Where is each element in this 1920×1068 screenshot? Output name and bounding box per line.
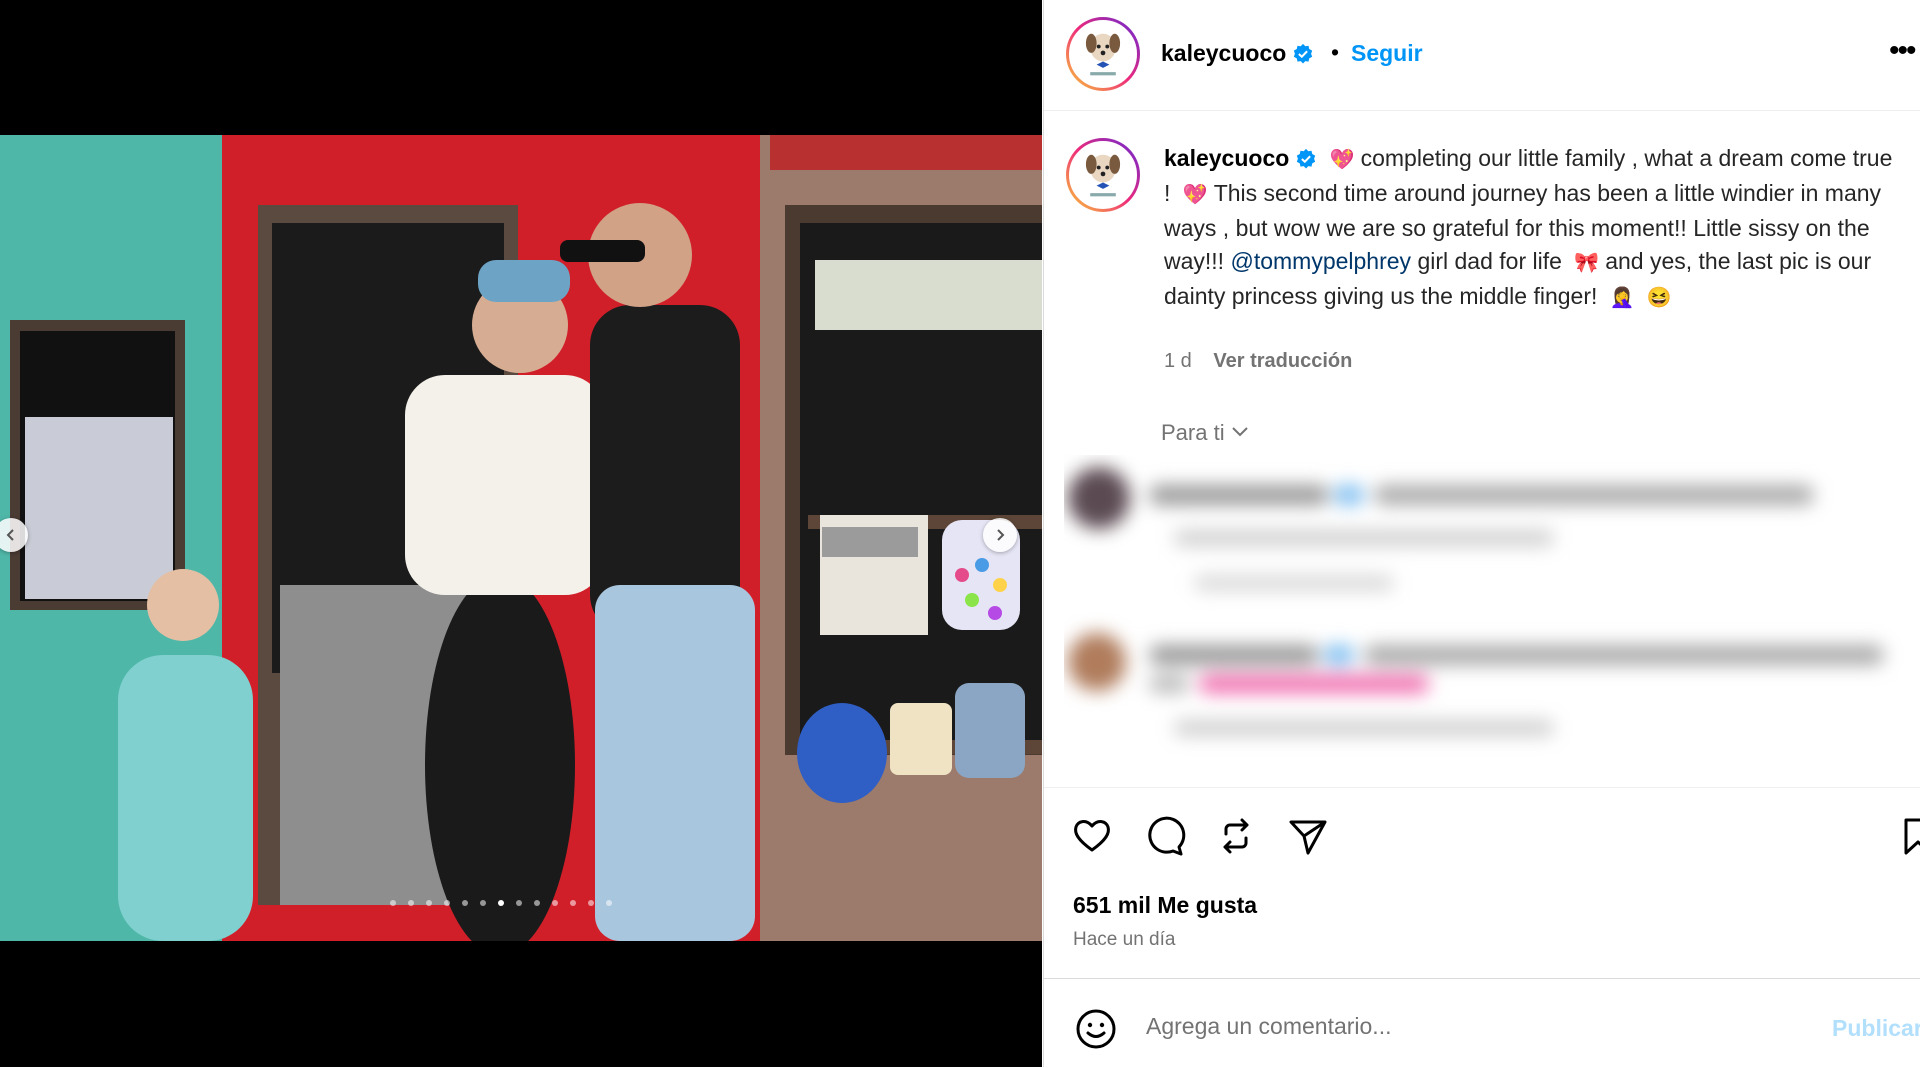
laughing-emoji: 😆 — [1646, 287, 1672, 309]
post-photo[interactable] — [0, 135, 1042, 941]
heart-emoji: 💖 — [1329, 149, 1355, 171]
chevron-down-icon — [1231, 427, 1248, 437]
carousel-indicator — [390, 900, 612, 906]
carousel-dot — [588, 900, 594, 906]
comment-icon — [1148, 816, 1186, 856]
share-button[interactable] — [1286, 814, 1330, 858]
comment-input[interactable] — [1144, 1003, 1748, 1049]
more-options-button[interactable]: ••• — [1889, 36, 1916, 66]
chevron-left-icon — [6, 529, 14, 541]
repost-button[interactable] — [1214, 814, 1258, 858]
next-photo-button[interactable] — [983, 518, 1017, 552]
post-author-username[interactable]: kaleycuoco — [1161, 40, 1314, 67]
comments-list — [1064, 455, 1920, 785]
carousel-dot — [498, 900, 504, 906]
verified-badge-icon — [1294, 43, 1313, 64]
post-media — [0, 0, 1042, 1067]
caption-username[interactable]: kaleycuoco — [1164, 145, 1317, 171]
post-actions-section: 651 mil Me gusta Hace un día — [1044, 787, 1920, 950]
publish-comment-button[interactable]: Publicar — [1832, 1015, 1920, 1042]
chevron-right-icon — [997, 529, 1005, 541]
comment-button[interactable] — [1142, 814, 1186, 858]
list-item — [1064, 625, 1920, 775]
bookmark-icon — [1904, 818, 1920, 855]
carousel-dot — [516, 900, 522, 906]
dog-logo-icon — [1071, 22, 1135, 86]
carousel-dot — [606, 900, 612, 906]
carousel-dot — [480, 900, 486, 906]
translate-link[interactable]: Ver traducción — [1213, 350, 1352, 372]
share-icon — [1289, 820, 1327, 855]
facepalm-emoji: 🤦‍♀️ — [1609, 287, 1635, 309]
comments-sort-dropdown[interactable]: Para ti — [1161, 420, 1249, 446]
post-detail-panel: kaleycuoco • Seguir ••• kaleycuoco 💖 com… — [1043, 0, 1920, 1067]
carousel-dot — [552, 900, 558, 906]
emoji-icon[interactable] — [1074, 1007, 1118, 1051]
follow-button[interactable]: Seguir — [1351, 40, 1423, 67]
carousel-dot — [534, 900, 540, 906]
caption-avatar[interactable] — [1066, 138, 1140, 212]
avatar[interactable] — [1066, 17, 1140, 91]
dog-logo-icon — [1071, 143, 1135, 207]
header-separator: • — [1331, 39, 1340, 65]
caption-part-3: girl dad for life — [1417, 248, 1562, 274]
carousel-dot — [462, 900, 468, 906]
bow-emoji: 🎀 — [1574, 252, 1600, 274]
like-count[interactable]: 651 mil Me gusta — [1073, 892, 1257, 919]
list-item — [1064, 455, 1920, 605]
caption-text: kaleycuoco 💖 completing our little family… — [1164, 142, 1904, 315]
verified-badge-icon — [1297, 148, 1316, 169]
caption-age[interactable]: 1 d — [1164, 350, 1192, 372]
repost-icon — [1223, 818, 1249, 854]
carousel-dot — [390, 900, 396, 906]
caption-meta: 1 d Ver traducción — [1164, 350, 1368, 373]
save-button[interactable] — [1896, 814, 1920, 858]
carousel-dot — [426, 900, 432, 906]
post-timestamp[interactable]: Hace un día — [1073, 929, 1175, 951]
heart-icon — [1074, 820, 1110, 852]
carousel-dot — [444, 900, 450, 906]
like-button[interactable] — [1070, 814, 1114, 858]
add-comment-bar: Publicar — [1044, 978, 1920, 1068]
heart-emoji: 💖 — [1182, 184, 1208, 206]
carousel-dot — [570, 900, 576, 906]
post-header: kaleycuoco • Seguir ••• — [1044, 0, 1920, 111]
sort-label: Para ti — [1161, 420, 1225, 445]
carousel-dot — [408, 900, 414, 906]
caption-mention-link[interactable]: @tommypelphrey — [1230, 248, 1411, 274]
